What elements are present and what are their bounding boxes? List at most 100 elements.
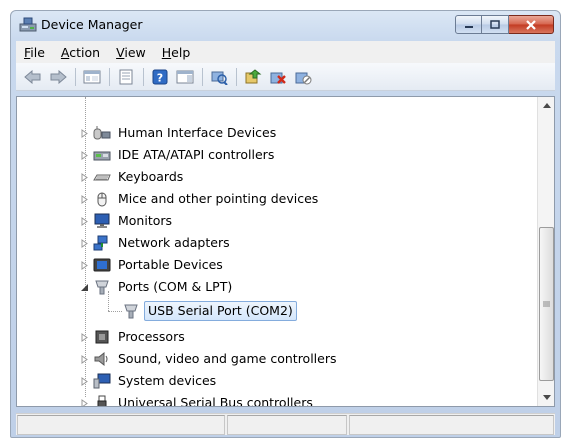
expand-arrow-icon[interactable] [80, 398, 89, 407]
menu-view[interactable]: View [108, 45, 154, 60]
mouse-icon [97, 192, 107, 207]
toolbar: ? [16, 63, 555, 91]
tree-item-ide-ata-atapi-controllers[interactable]: IDE ATA/ATAPI controllers [80, 144, 277, 166]
expand-arrow-icon[interactable] [80, 332, 89, 342]
speaker-icon [94, 351, 108, 367]
maximize-icon [490, 20, 500, 29]
minimize-button[interactable] [455, 15, 482, 34]
tree-item-label: IDE ATA/ATAPI controllers [118, 147, 275, 162]
expand-arrow-icon[interactable] [80, 172, 89, 182]
scan-hardware-changes-button[interactable] [208, 66, 230, 88]
tree-item-label: Sound, video and game controllers [118, 351, 337, 366]
window-title: Device Manager [41, 17, 143, 32]
expand-arrow-icon[interactable] [80, 238, 89, 248]
show-hide-console-tree-button[interactable] [81, 66, 103, 88]
expand-arrow-icon[interactable] [80, 354, 89, 364]
tree-item-monitors[interactable]: Monitors [80, 210, 175, 232]
toolbar-separator [143, 67, 144, 86]
expand-arrow-icon[interactable] [80, 128, 89, 138]
close-icon [526, 19, 536, 30]
tree-item-label: Universal Serial Bus controllers [118, 395, 313, 406]
menu-help-label: elp [171, 44, 191, 60]
tree-connector [108, 311, 122, 312]
portable-device-icon [93, 258, 111, 272]
help-icon: ? [152, 69, 168, 84]
toolbar-separator [109, 67, 110, 86]
expand-arrow-icon[interactable] [80, 194, 89, 204]
keyboard-icon [93, 174, 111, 181]
maximize-button[interactable] [482, 15, 509, 34]
device-tree-pane: Human Interface Devices IDE ATA/ATAPI co… [16, 96, 555, 407]
collapse-arrow-icon[interactable] [80, 283, 89, 292]
menu-action[interactable]: Action [53, 45, 108, 60]
hid-icon [93, 126, 111, 140]
tree-item-processors[interactable]: Processors [80, 326, 188, 348]
disable-button[interactable] [292, 66, 314, 88]
tree-item-label: System devices [118, 373, 217, 388]
show-hide-console-tree-icon [83, 70, 101, 83]
expand-arrow-icon[interactable] [80, 150, 89, 160]
tree-item-label: Keyboards [118, 169, 184, 184]
menu-view-label: iew [124, 44, 146, 60]
device-manager-icon [19, 17, 37, 33]
action-pane-button[interactable] [174, 66, 196, 88]
scrollbar-thumb[interactable] [539, 227, 554, 381]
close-button[interactable] [509, 15, 554, 34]
tree-item-network-adapters[interactable]: Network adapters [80, 232, 233, 254]
menu-help[interactable]: Help [154, 45, 199, 60]
uninstall-button[interactable] [267, 66, 289, 88]
tree-item-mice[interactable]: Mice and other pointing devices [80, 188, 321, 210]
forward-button[interactable] [47, 66, 69, 88]
tree-item-label: Network adapters [118, 235, 230, 250]
toolbar-separator [75, 67, 76, 86]
caption-buttons [455, 15, 554, 35]
back-button[interactable] [22, 66, 44, 88]
tree-item-usb-controllers[interactable]: Universal Serial Bus controllers [80, 392, 316, 406]
ide-controller-icon [93, 151, 111, 161]
tree-item-sound-video-game-controllers[interactable]: Sound, video and game controllers [80, 348, 340, 370]
menu-bar: File Action View Help [16, 41, 555, 63]
scroll-down-button[interactable] [538, 389, 555, 406]
tree-item-label: Processors [118, 329, 185, 344]
scan-hardware-changes-icon [211, 71, 228, 85]
device-tree[interactable]: Human Interface Devices IDE ATA/ATAPI co… [17, 97, 537, 406]
processor-icon [95, 330, 109, 344]
tree-item-system-devices[interactable]: System devices [80, 370, 219, 392]
menu-file[interactable]: File [16, 45, 53, 60]
status-pane-3 [349, 415, 554, 435]
tree-item-keyboards[interactable]: Keyboards [80, 166, 186, 188]
tree-item-human-interface-devices[interactable]: Human Interface Devices [80, 122, 279, 144]
tree-item-label: Human Interface Devices [118, 125, 277, 140]
port-icon [124, 304, 138, 319]
status-bar [16, 413, 555, 435]
tree-item-label: Portable Devices [118, 257, 223, 272]
tree-item-label: USB Serial Port (COM2) [144, 301, 297, 321]
expand-arrow-icon[interactable] [80, 376, 89, 386]
toolbar-separator [236, 67, 237, 86]
scroll-up-button[interactable] [538, 97, 555, 114]
help-button[interactable]: ? [149, 66, 171, 88]
scrollbar-grip-icon [543, 301, 550, 307]
uninstall-icon [270, 72, 286, 84]
forward-icon [50, 69, 67, 84]
properties-icon [119, 69, 133, 84]
tree-item-usb-serial-port-com2[interactable]: USB Serial Port (COM2) [122, 300, 297, 322]
expand-arrow-icon[interactable] [80, 216, 89, 226]
action-pane-icon [176, 70, 194, 83]
tree-item-label: Ports (COM & LPT) [118, 279, 233, 294]
title-bar[interactable]: Device Manager [11, 11, 560, 39]
vertical-scrollbar[interactable] [537, 97, 554, 406]
tree-item-ports-com-lpt[interactable]: Ports (COM & LPT) [80, 276, 235, 298]
menu-action-label: ction [69, 44, 101, 60]
update-driver-icon [245, 68, 262, 83]
tree-item-portable-devices[interactable]: Portable Devices [80, 254, 226, 276]
properties-button[interactable] [115, 66, 137, 88]
tree-item-label: Monitors [118, 213, 173, 228]
scroll-up-arrow-icon [542, 103, 551, 108]
usb-icon [97, 395, 107, 406]
tree-item-label: Mice and other pointing devices [118, 191, 319, 206]
status-pane-2 [227, 415, 347, 435]
toolbar-separator [202, 67, 203, 86]
update-driver-button[interactable] [242, 66, 264, 88]
expand-arrow-icon[interactable] [80, 260, 89, 270]
